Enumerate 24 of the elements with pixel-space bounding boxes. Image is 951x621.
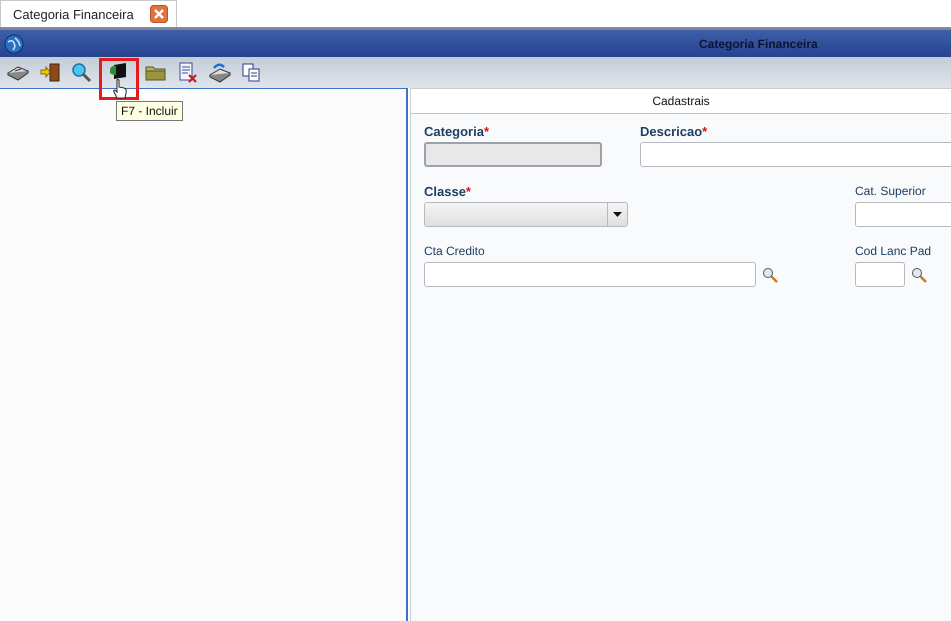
tooltip: F7 - Incluir xyxy=(116,100,183,120)
hand-cursor-icon xyxy=(112,78,128,98)
search-icon xyxy=(71,62,93,83)
section-header: Cadastrais xyxy=(411,89,951,114)
field-label: Cta Credito xyxy=(424,244,486,258)
door-icon xyxy=(39,62,61,83)
input-field[interactable] xyxy=(640,142,951,167)
field-label: Classe* xyxy=(424,184,472,198)
field-label: Categoria* xyxy=(424,124,490,138)
delete-icon xyxy=(177,62,199,83)
input-field[interactable] xyxy=(424,262,756,287)
search-icon[interactable] xyxy=(762,266,778,282)
book-icon xyxy=(209,62,231,83)
window-title: Categoria Financeira xyxy=(699,36,818,50)
close-icon[interactable] xyxy=(150,5,168,23)
caret-icon xyxy=(613,212,622,217)
tab[interactable]: Categoria Financeira xyxy=(0,0,177,27)
input-field[interactable] xyxy=(855,202,951,227)
globe-icon[interactable] xyxy=(4,34,24,54)
search-icon[interactable] xyxy=(911,266,927,282)
input-field[interactable] xyxy=(855,262,905,287)
field-label: Descricao* xyxy=(640,124,708,138)
field-label: Cod Lanc Pad xyxy=(855,244,932,258)
field-label: Cat. Superior xyxy=(855,184,927,198)
